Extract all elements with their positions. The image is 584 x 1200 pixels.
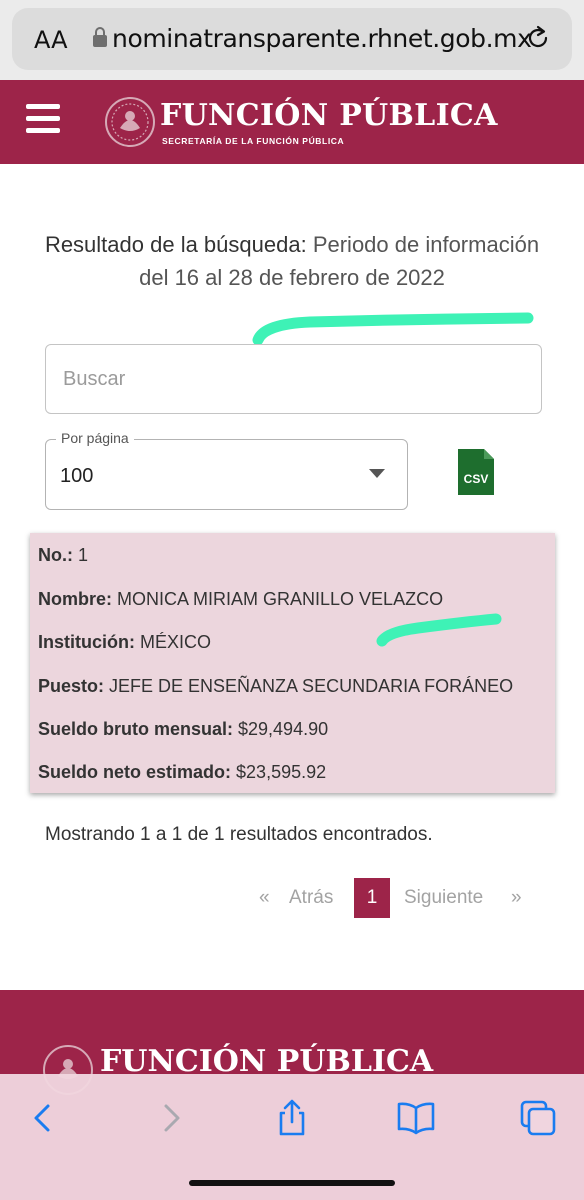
share-icon[interactable] [272, 1098, 312, 1138]
result-no-label: No.: [38, 545, 73, 565]
csv-label: CSV [464, 472, 489, 486]
pagination-first[interactable]: « [259, 878, 270, 918]
caret-down-icon[interactable] [369, 469, 385, 478]
highlighter-stroke-card [376, 613, 502, 647]
seal-icon [105, 97, 155, 147]
search-input[interactable] [46, 345, 541, 413]
result-bruto-label: Sueldo bruto mensual: [38, 719, 234, 739]
result-puesto-label: Puesto: [38, 676, 105, 696]
home-indicator [189, 1180, 395, 1186]
search-box[interactable] [45, 344, 542, 414]
reload-icon[interactable] [524, 24, 552, 52]
result-puesto: Puesto: JEFE DE ENSEÑANZA SECUNDARIA FOR… [38, 676, 513, 697]
result-puesto-value: JEFE DE ENSEÑANZA SECUNDARIA FORÁNEO [104, 676, 514, 696]
lock-icon [93, 27, 107, 47]
url-text[interactable]: nominatransparente.rhnet.gob.mx [112, 24, 532, 53]
pagination-last[interactable]: » [511, 878, 522, 918]
title-bold: Resultado de la búsqueda: [44, 232, 307, 257]
result-neto-value: $23,595.92 [231, 762, 327, 782]
forward-icon[interactable] [150, 1098, 190, 1138]
result-institucion: Institución: MÉXICO [38, 632, 211, 653]
pagination-prev[interactable]: Atrás [289, 878, 333, 918]
per-page-select[interactable]: Por página 100 [45, 430, 408, 510]
page-title: Resultado de la búsqueda: Periodo de inf… [30, 228, 554, 294]
result-nombre-value: MONICA MIRIAM GRANILLO VELAZCO [112, 589, 444, 609]
csv-icon[interactable]: CSV [456, 447, 496, 497]
menu-icon[interactable] [26, 104, 60, 136]
result-no-value: 1 [73, 545, 89, 565]
results-count: Mostrando 1 a 1 de 1 resultados encontra… [45, 824, 433, 845]
pagination-next[interactable]: Siguiente [404, 878, 483, 918]
result-institucion-label: Institución: [38, 632, 135, 652]
browser-top-bar: AA nominatransparente.rhnet.gob.mx [0, 0, 584, 80]
result-neto-label: Sueldo neto estimado: [38, 762, 232, 782]
text-size-button[interactable]: AA [34, 26, 68, 54]
back-icon[interactable] [24, 1098, 64, 1138]
result-sueldo-neto: Sueldo neto estimado: $23,595.92 [38, 762, 326, 783]
bookmarks-icon[interactable] [396, 1098, 436, 1138]
pagination-page-1[interactable]: 1 [354, 878, 390, 918]
tabs-icon[interactable] [518, 1098, 558, 1138]
result-bruto-value: $29,494.90 [233, 719, 329, 739]
result-nombre: Nombre: MONICA MIRIAM GRANILLO VELAZCO [38, 589, 443, 610]
per-page-label: Por página [56, 430, 134, 446]
brand-title[interactable]: FUNCIÓN PÚBLICA [160, 98, 498, 133]
result-no: No.: 1 [38, 545, 88, 566]
site-header: FUNCIÓN PÚBLICA SECRETARÍA DE LA FUNCIÓN… [0, 80, 584, 164]
result-sueldo-bruto: Sueldo bruto mensual: $29,494.90 [38, 719, 328, 740]
per-page-value[interactable]: 100 [60, 465, 93, 488]
result-nombre-label: Nombre: [38, 589, 113, 609]
result-institucion-value: MÉXICO [135, 632, 212, 652]
result-card: No.: 1 Nombre: MONICA MIRIAM GRANILLO VE… [30, 533, 555, 793]
brand-subtitle: SECRETARÍA DE LA FUNCIÓN PÚBLICA [162, 136, 345, 146]
